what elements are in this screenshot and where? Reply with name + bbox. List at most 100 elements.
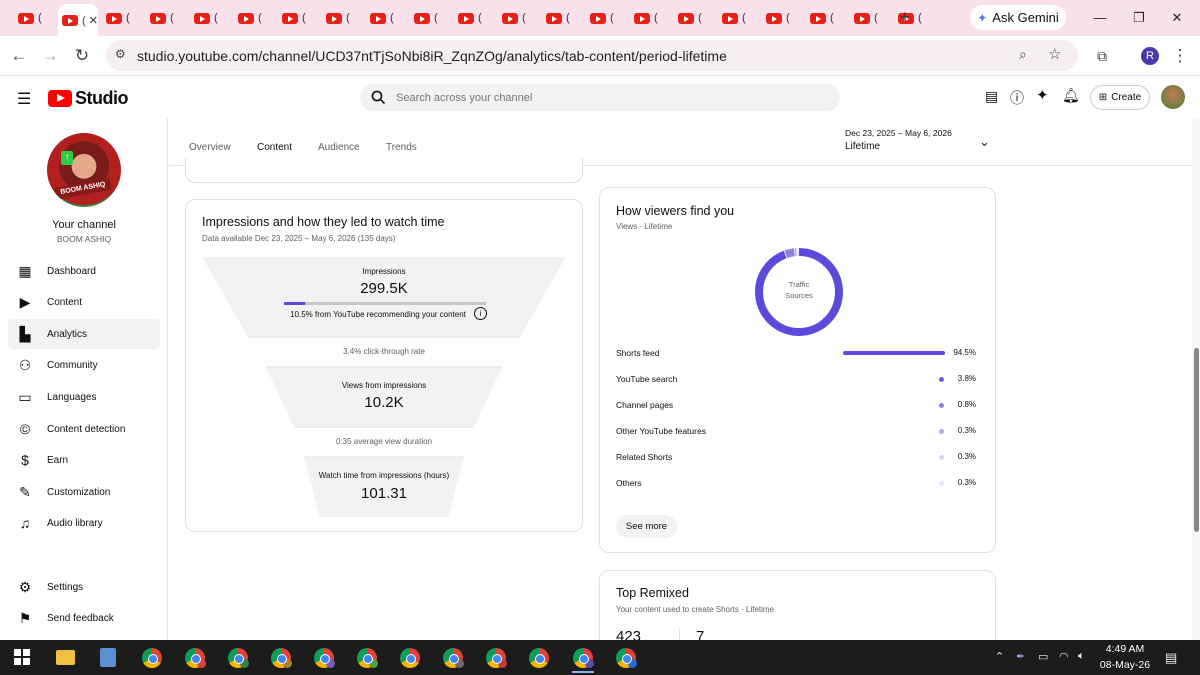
url-omnibox[interactable]: ⚙ studio.youtube.com/channel/UCD37ntTjSo… (106, 40, 1078, 71)
site-info-icon[interactable]: ⚙ (115, 47, 126, 61)
sidebar-item-settings[interactable]: ⚙ Settings (8, 572, 160, 602)
sidebar-item-languages[interactable]: ▭ Languages (8, 382, 160, 412)
browser-tab[interactable]: ( (630, 6, 670, 30)
chrome-taskbar-icon[interactable] (314, 648, 335, 668)
help-icon[interactable]: ⓘ (1010, 88, 1024, 108)
browser-tab[interactable]: ( (498, 6, 538, 30)
windows-start-icon[interactable] (14, 649, 30, 665)
forward-arrow-icon[interactable]: → (40, 46, 60, 66)
notification-center-icon[interactable]: ▤ (1165, 650, 1177, 666)
sidebar-item-community[interactable]: ⚇ Community (8, 350, 160, 380)
browser-tab[interactable]: ( (146, 6, 186, 30)
account-avatar[interactable] (1161, 85, 1185, 109)
scrollbar-thumb[interactable] (1194, 348, 1199, 532)
tab-trends[interactable]: Trends (386, 142, 417, 153)
browser-tab[interactable]: ( (190, 6, 230, 30)
reload-icon[interactable]: ↻ (72, 46, 92, 66)
calculator-icon[interactable] (100, 648, 116, 667)
traffic-row-shorts-feed[interactable]: Shorts feed 94.5% (616, 348, 976, 362)
browser-tab[interactable]: ( (850, 6, 890, 30)
browser-tab[interactable]: ( (102, 6, 142, 30)
browser-tab[interactable]: ( (278, 6, 318, 30)
notifications-bell-icon[interactable]: 🔔︎ (1062, 87, 1080, 104)
file-explorer-icon[interactable] (56, 650, 75, 665)
channel-avatar[interactable]: ↑ BOOM ASHIQ (47, 133, 121, 207)
browser-tab[interactable]: ( (806, 6, 846, 30)
browser-tab[interactable]: ( (234, 6, 274, 30)
traffic-row-other-features[interactable]: Other YouTube features 0.3% (616, 426, 976, 440)
chrome-taskbar-icon[interactable] (228, 648, 249, 668)
volume-icon[interactable]: 🔈︎ (1078, 650, 1085, 663)
chevron-up-icon[interactable]: ⌃ (995, 650, 1004, 663)
browser-tab[interactable]: ( (366, 6, 406, 30)
studio-header: ☰ Studio ▤ ⓘ ✦ 🔔︎ ⊞ Create (0, 77, 1200, 118)
date-range-text[interactable]: Dec 23, 2025 – May 6, 2026 (845, 128, 952, 138)
chrome-taskbar-icon[interactable] (185, 648, 206, 668)
chrome-taskbar-icon[interactable] (443, 648, 464, 668)
chrome-taskbar-icon[interactable] (616, 648, 637, 668)
traffic-row-others[interactable]: Others 0.3% (616, 478, 976, 492)
browser-tab[interactable]: ( (718, 6, 758, 30)
zoom-search-icon[interactable]: ⌕ (1019, 46, 1027, 63)
tab-close-icon[interactable]: ( ✕ (82, 14, 98, 27)
pen-icon[interactable]: ✒ (1016, 650, 1025, 663)
close-window-icon[interactable]: ✕ (1168, 9, 1186, 27)
sidebar-item-content[interactable]: ▶︎ Content (8, 287, 160, 317)
battery-icon[interactable]: ▭ (1038, 650, 1048, 663)
chrome-taskbar-icon[interactable] (529, 648, 549, 668)
sidebar-item-dashboard[interactable]: ▦ Dashboard (8, 256, 160, 286)
sidebar-item-content-detection[interactable]: © Content detection (8, 414, 160, 444)
analytics-icon: ▙ (19, 325, 31, 342)
sidebar-item-earn[interactable]: $ Earn (8, 445, 160, 475)
back-arrow-icon[interactable]: ← (9, 46, 29, 66)
browser-tab[interactable]: ( (14, 6, 54, 30)
search-input[interactable] (396, 84, 816, 111)
ask-gemini-button[interactable]: ✦ Ask Gemini (970, 5, 1066, 30)
subtitles-icon[interactable]: ▤ (985, 88, 998, 105)
tab-content[interactable]: Content (257, 142, 292, 153)
chrome-taskbar-icon[interactable] (400, 648, 420, 668)
browser-menu-icon[interactable]: ⋮ (1170, 46, 1190, 66)
chrome-taskbar-icon[interactable] (486, 648, 507, 668)
chrome-taskbar-icon[interactable] (573, 648, 594, 668)
studio-logo[interactable]: Studio (48, 88, 129, 109)
sidebar-item-analytics[interactable]: ▙ Analytics (8, 319, 160, 349)
date-period-text[interactable]: Lifetime (845, 141, 880, 152)
sidebar-item-audio-library[interactable]: ♫ Audio library (8, 508, 160, 538)
browser-tab[interactable]: ( (586, 6, 626, 30)
youtube-favicon-icon (502, 12, 518, 24)
traffic-row-youtube-search[interactable]: YouTube search 3.8% (616, 374, 976, 388)
clock-date[interactable]: 08-May-26 (1097, 659, 1153, 671)
sidebar-item-send-feedback[interactable]: ⚑ Send feedback (8, 603, 160, 633)
info-icon[interactable]: i (474, 307, 487, 320)
chrome-taskbar-icon[interactable] (357, 648, 378, 668)
new-tab-button[interactable]: + (896, 8, 914, 26)
tab-overview[interactable]: Overview (189, 142, 231, 153)
browser-tab[interactable]: ( (674, 6, 714, 30)
traffic-row-channel-pages[interactable]: Channel pages 0.8% (616, 400, 976, 414)
browser-tab[interactable]: ( (410, 6, 450, 30)
chrome-taskbar-icon[interactable] (271, 648, 292, 668)
wifi-icon[interactable]: ◠ (1059, 650, 1069, 663)
browser-tab[interactable]: ( (454, 6, 494, 30)
sparkle-icon[interactable]: ✦ (1036, 86, 1049, 104)
browser-profile-avatar[interactable]: R (1141, 47, 1159, 65)
hamburger-menu-icon[interactable]: ☰ (17, 89, 31, 109)
traffic-row-related-shorts[interactable]: Related Shorts 0.3% (616, 452, 976, 466)
clock-time[interactable]: 4:49 AM (1100, 643, 1150, 655)
chevron-down-icon[interactable]: ⌄ (979, 134, 990, 150)
minimize-icon[interactable]: — (1091, 9, 1109, 27)
browser-tab[interactable]: ( (322, 6, 362, 30)
bookmark-star-icon[interactable]: ☆ (1048, 45, 1061, 63)
see-more-button[interactable]: See more (616, 515, 677, 538)
create-button[interactable]: ⊞ Create (1090, 85, 1150, 110)
search-icon[interactable] (371, 90, 386, 105)
restore-icon[interactable]: ❐ (1130, 9, 1148, 27)
browser-tab[interactable]: ( ✕ (58, 4, 98, 36)
browser-tab[interactable]: ( (762, 6, 802, 30)
reading-mode-icon[interactable]: ⧉ (1092, 46, 1112, 66)
tab-audience[interactable]: Audience (318, 142, 360, 153)
browser-tab[interactable]: ( (542, 6, 582, 30)
sidebar-item-customization[interactable]: ✎ Customization (8, 477, 160, 507)
chrome-taskbar-icon[interactable] (142, 648, 162, 668)
